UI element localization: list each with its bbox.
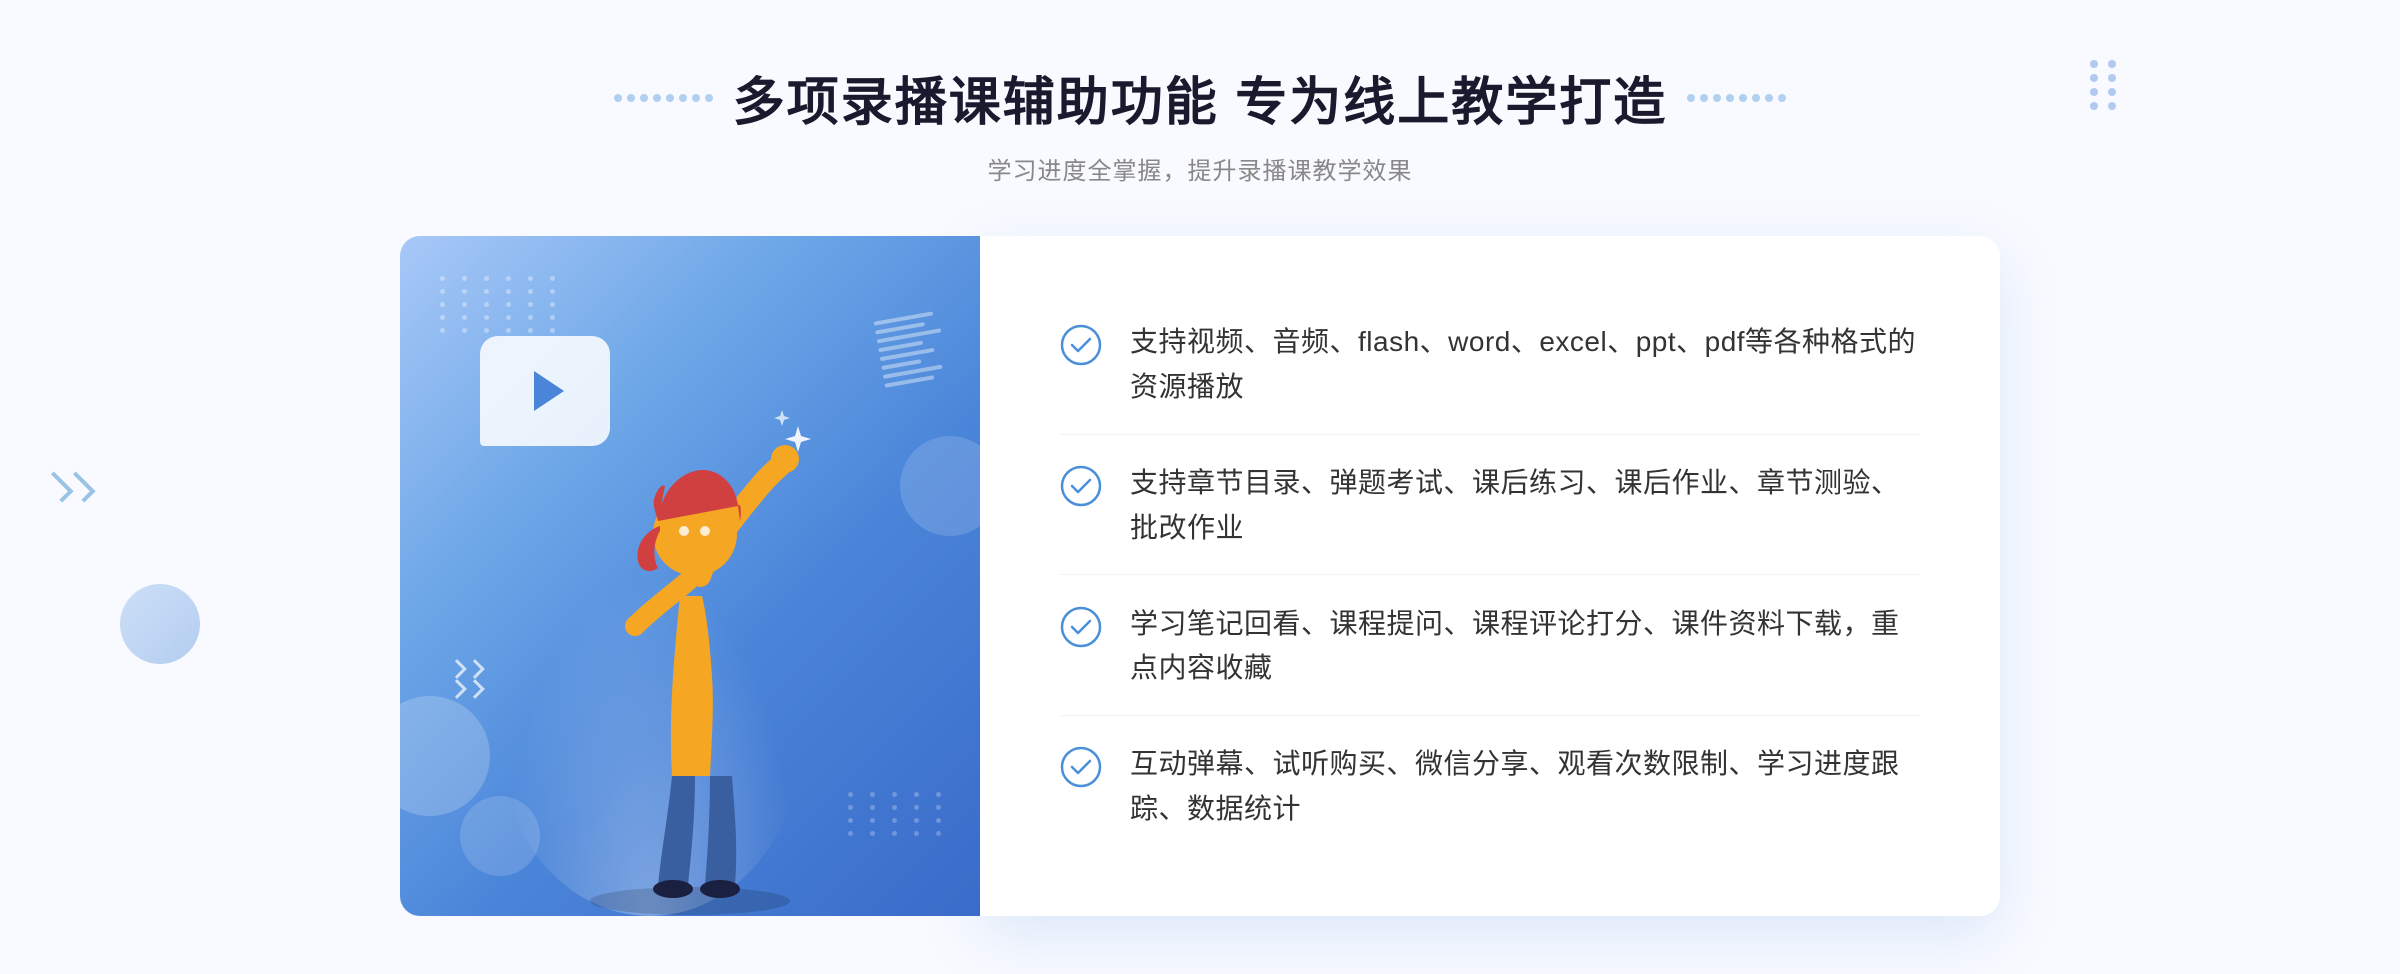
circle-decoration-3: [900, 436, 980, 536]
page-title: 多项录播课辅助功能 专为线上教学打造: [733, 60, 1667, 135]
check-icon-1: [1060, 324, 1102, 366]
person-illustration: [540, 356, 840, 916]
illustration-panel: [400, 236, 980, 916]
feature-text-2: 支持章节目录、弹题考试、课后练习、课后作业、章节测验、批改作业: [1130, 461, 1920, 551]
check-icon-4: [1060, 746, 1102, 788]
stripe-decoration: [874, 311, 947, 400]
right-dots-decoration: [1687, 94, 1786, 102]
illus-dot-grid-tl: [440, 276, 564, 333]
check-icon-2: [1060, 465, 1102, 507]
illus-dot-grid-br: [848, 792, 950, 836]
top-right-dots-decoration: [2090, 60, 2120, 110]
page-header: 多项录播课辅助功能 专为线上教学打造 学习进度全掌握，提升录播课教学效果: [614, 60, 1786, 186]
feature-text-4: 互动弹幕、试听购买、微信分享、观看次数限制、学习进度跟踪、数据统计: [1130, 742, 1920, 832]
feature-item-4: 互动弹幕、试听购买、微信分享、观看次数限制、学习进度跟踪、数据统计: [1060, 718, 1920, 856]
page-subtitle: 学习进度全掌握，提升录播课教学效果: [614, 151, 1786, 186]
circle-accent-decoration: [120, 584, 200, 664]
title-row: 多项录播课辅助功能 专为线上教学打造: [614, 60, 1786, 135]
feature-text-1: 支持视频、音频、flash、word、excel、ppt、pdf等各种格式的资源…: [1130, 320, 1920, 410]
page-wrapper: 多项录播课辅助功能 专为线上教学打造 学习进度全掌握，提升录播课教学效果: [0, 0, 2400, 974]
feature-text-3: 学习笔记回看、课程提问、课程评论打分、课件资料下载，重点内容收藏: [1130, 602, 1920, 692]
info-panel: 支持视频、音频、flash、word、excel、ppt、pdf等各种格式的资源…: [980, 236, 2000, 916]
check-icon-3: [1060, 606, 1102, 648]
feature-item-1: 支持视频、音频、flash、word、excel、ppt、pdf等各种格式的资源…: [1060, 296, 1920, 435]
left-dots-decoration: [614, 94, 713, 102]
chevrons-decoration: [450, 662, 482, 696]
left-chevrons-decoration: [50, 473, 88, 501]
feature-item-2: 支持章节目录、弹题考试、课后练习、课后作业、章节测验、批改作业: [1060, 437, 1920, 576]
circle-decoration-1: [400, 696, 490, 816]
main-content: 支持视频、音频、flash、word、excel、ppt、pdf等各种格式的资源…: [400, 236, 2000, 916]
feature-item-3: 学习笔记回看、课程提问、课程评论打分、课件资料下载，重点内容收藏: [1060, 578, 1920, 717]
